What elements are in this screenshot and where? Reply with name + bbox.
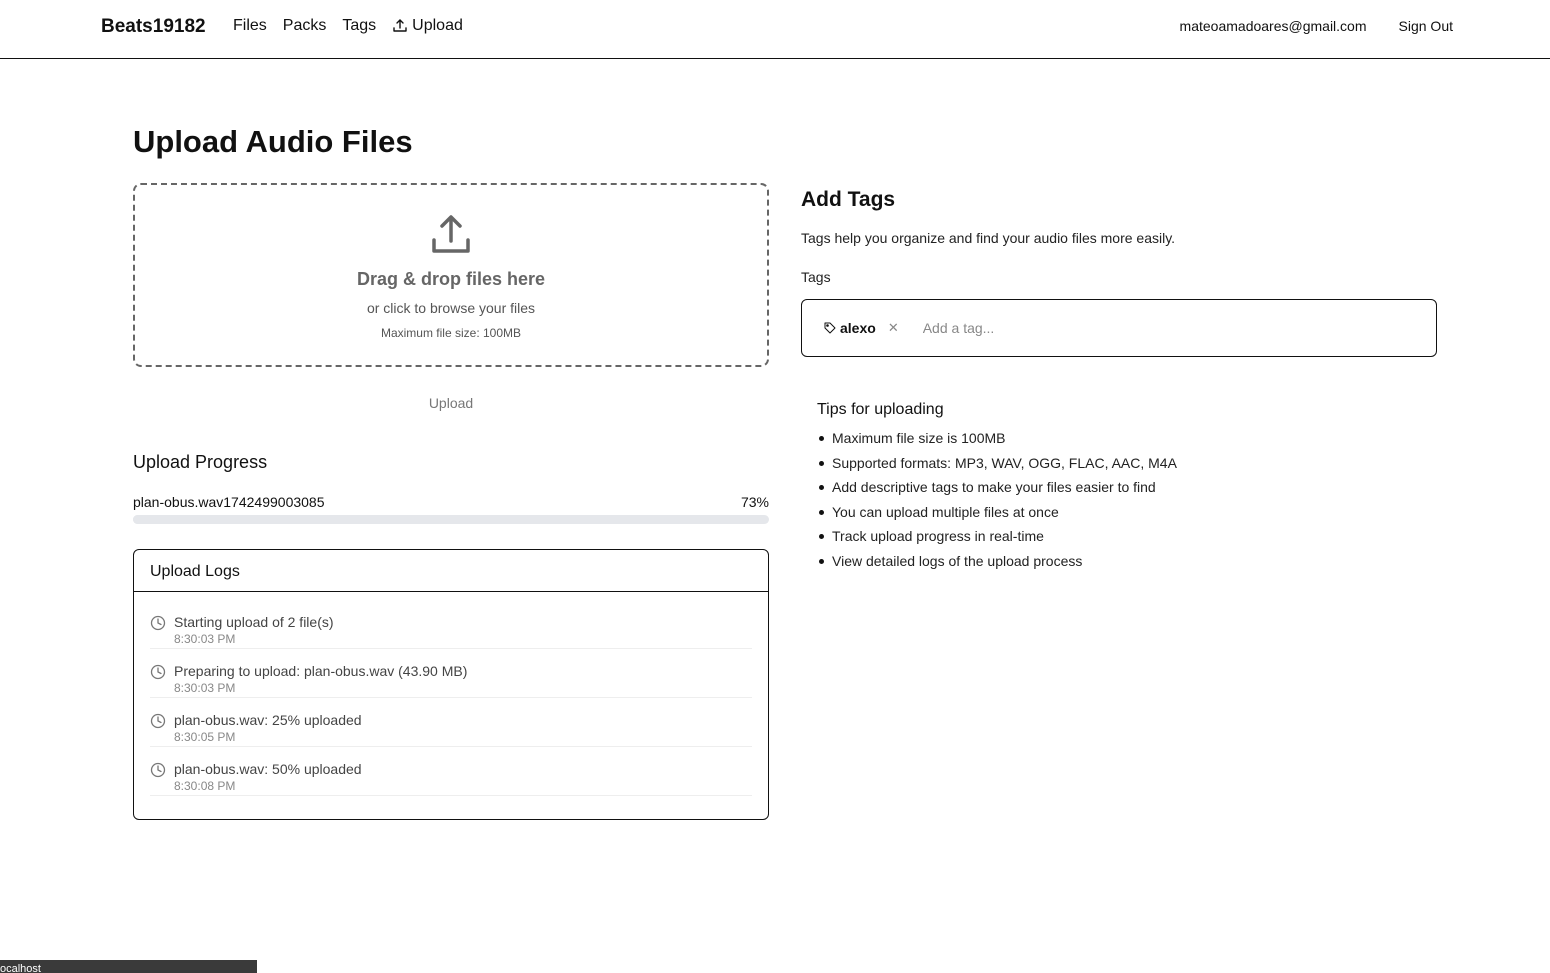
log-text: Preparing to upload: plan-obus.wav (43.9… (174, 663, 467, 697)
log-time: 8:30:05 PM (174, 730, 236, 744)
log-message: Preparing to upload: plan-obus.wav (43.9… (174, 663, 468, 679)
tip-text: Track upload progress in real-time (832, 528, 1044, 544)
tip-item: You can upload multiple files at once (819, 504, 1177, 529)
nav-upload-link[interactable]: Upload (392, 17, 463, 35)
tip-item: View detailed logs of the upload process (819, 553, 1177, 578)
tip-text: Add descriptive tags to make your files … (832, 479, 1156, 495)
browser-status-bar: ocalhost (0, 960, 257, 973)
tips-title: Tips for uploading (817, 401, 944, 418)
brand-logo[interactable]: Beats19182 (101, 16, 206, 38)
file-dropzone[interactable]: Drag & drop files here or click to brows… (133, 183, 769, 367)
clock-icon (150, 664, 166, 680)
log-message: plan-obus.wav: 50% uploaded (174, 761, 362, 777)
log-text: Starting upload of 2 file(s) 8:30:03 PM (174, 614, 334, 648)
tip-text: Supported formats: MP3, WAV, OGG, FLAC, … (832, 454, 1177, 471)
log-text: plan-obus.wav: 25% uploaded 8:30:05 PM (174, 712, 362, 746)
nav-links: Files Packs Tags Upload (233, 17, 479, 35)
tip-item: Track upload progress in real-time (819, 528, 1177, 553)
user-email: mateoamadoares@gmail.com (1179, 18, 1367, 34)
tip-text: Maximum file size is 100MB (832, 430, 1006, 446)
tag-icon (824, 322, 836, 334)
progress-row: plan-obus.wav1742499003085 73% (133, 494, 769, 510)
tag-chip-label: alexo (840, 320, 876, 336)
tags-label: Tags (801, 269, 831, 285)
progress-file-name: plan-obus.wav1742499003085 (133, 494, 325, 510)
page-title: Upload Audio Files (133, 124, 413, 159)
nav-user-area: mateoamadoares@gmail.com Sign Out (1180, 18, 1453, 34)
log-list[interactable]: Starting upload of 2 file(s) 8:30:03 PM Pr… (134, 592, 768, 796)
nav-tags-link[interactable]: Tags (342, 17, 376, 35)
add-tags-title: Add Tags (801, 188, 896, 211)
upload-logs-title: Upload Logs (134, 550, 768, 592)
progress-bar-fill (133, 515, 598, 524)
upload-icon (393, 19, 407, 32)
log-item: Starting upload of 2 file(s) 8:30:03 PM (150, 600, 752, 649)
tips-list: Maximum file size is 100MB Supported form… (819, 430, 1177, 577)
bullet (819, 509, 824, 515)
log-item: plan-obus.wav: 50% uploaded 8:30:08 PM (150, 747, 752, 796)
sign-out-button[interactable]: Sign Out (1399, 18, 1453, 34)
dropzone-max-size: Maximum file size: 100MB (380, 326, 522, 340)
progress-bar (133, 515, 769, 524)
bullet (819, 436, 824, 441)
tag-input[interactable] (922, 320, 1373, 336)
upload-button[interactable]: Upload (133, 395, 769, 415)
tag-remove-icon[interactable]: ✕ (888, 320, 899, 336)
bullet (819, 534, 824, 539)
tag-chip: alexo ✕ (824, 320, 899, 336)
log-time: 8:30:03 PM (174, 681, 236, 695)
bullet (819, 558, 824, 564)
tag-input-box[interactable]: alexo ✕ (801, 299, 1437, 357)
tip-item: Supported formats: MP3, WAV, OGG, FLAC, … (819, 455, 1177, 480)
tags-description: Tags help you organize and find your aud… (801, 230, 1176, 246)
progress-percent: 73% (740, 494, 769, 510)
nav-files-link[interactable]: Files (233, 17, 267, 35)
log-message: Starting upload of 2 file(s) (174, 614, 334, 630)
log-time: 8:30:03 PM (174, 632, 236, 646)
tip-item: Maximum file size is 100MB (819, 430, 1177, 455)
bullet (819, 485, 824, 490)
dropzone-subtitle: or click to browse your files (366, 300, 536, 316)
nav-packs-link[interactable]: Packs (283, 17, 327, 35)
log-item: Preparing to upload: plan-obus.wav (43.9… (150, 649, 752, 698)
dropzone-title: Drag & drop files here (356, 269, 546, 289)
bullet (819, 460, 824, 466)
tip-text: View detailed logs of the upload process (832, 552, 1083, 569)
upload-progress-title: Upload Progress (133, 452, 268, 472)
top-navbar: Beats19182 Files Packs Tags Upload mateo… (0, 0, 1550, 59)
upload-icon (432, 215, 470, 253)
tip-item: Add descriptive tags to make your files … (819, 479, 1177, 504)
log-item: plan-obus.wav: 25% uploaded 8:30:05 PM (150, 698, 752, 747)
tip-text: You can upload multiple files at once (832, 503, 1059, 520)
clock-icon (150, 713, 166, 729)
clock-icon (150, 615, 166, 631)
log-text: plan-obus.wav: 50% uploaded 8:30:08 PM (174, 761, 362, 795)
log-time: 8:30:08 PM (174, 779, 236, 793)
log-message: plan-obus.wav: 25% uploaded (174, 712, 362, 728)
clock-icon (150, 762, 166, 778)
nav-upload-label: Upload (412, 17, 463, 34)
upload-logs-panel: Upload Logs Starting upload of 2 file(s)… (133, 549, 769, 820)
